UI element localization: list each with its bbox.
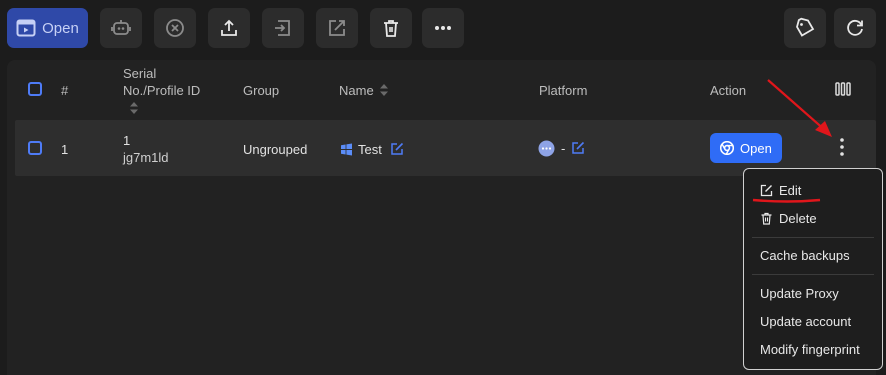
menu-item-update-proxy[interactable]: Update Proxy xyxy=(760,286,839,301)
row-platform: - xyxy=(538,138,585,158)
column-settings-button[interactable] xyxy=(835,82,851,96)
menu-item-edit-label: Edit xyxy=(779,183,802,198)
header-serial-line1: Serial xyxy=(123,66,157,81)
header-platform: Platform xyxy=(539,82,588,98)
toolbar: Open xyxy=(0,0,886,58)
edit-icon[interactable] xyxy=(390,142,404,156)
close-browser-button[interactable] xyxy=(154,8,196,48)
header-index: # xyxy=(61,82,69,98)
sort-icon xyxy=(379,84,388,96)
trash-icon xyxy=(761,212,772,225)
select-all-checkbox[interactable] xyxy=(28,82,42,96)
header-action: Action xyxy=(710,82,747,98)
sort-icon xyxy=(130,102,138,114)
chrome-icon xyxy=(720,141,734,155)
row-profile-id: jg7m1ld xyxy=(123,150,169,165)
row-more-button[interactable] xyxy=(839,137,845,157)
edit-icon[interactable] xyxy=(571,141,585,155)
menu-item-update-account[interactable]: Update account xyxy=(760,314,851,329)
upload-icon xyxy=(221,19,237,36)
open-button[interactable]: Open xyxy=(7,8,88,48)
row-serial: 1 jg7m1ld xyxy=(123,132,169,166)
header-serial[interactable]: Serial No./Profile ID xyxy=(123,65,200,119)
header-name-label: Name xyxy=(339,82,374,98)
row-open-label: Open xyxy=(740,140,772,156)
tag-icon xyxy=(796,17,815,37)
move-to-group-button[interactable] xyxy=(262,8,304,48)
menu-item-edit[interactable]: Edit xyxy=(760,183,801,198)
export-icon xyxy=(329,20,345,36)
open-button-label: Open xyxy=(42,19,79,37)
robot-icon xyxy=(111,20,131,35)
menu-item-cache-backups[interactable]: Cache backups xyxy=(760,248,850,263)
header-name[interactable]: Name xyxy=(339,82,389,98)
context-menu: Edit Delete Cache backups Update Proxy U… xyxy=(743,168,883,370)
windows-icon xyxy=(341,143,352,155)
row-name: Test xyxy=(340,140,404,158)
menu-item-delete[interactable]: Delete xyxy=(760,211,817,226)
row-name-label: Test xyxy=(358,141,382,157)
row-platform-value: - xyxy=(561,140,566,156)
columns-icon xyxy=(835,82,851,96)
close-circle-icon xyxy=(166,19,184,37)
row-group: Ungrouped xyxy=(243,141,308,157)
automation-button[interactable] xyxy=(100,8,142,48)
row-open-button[interactable]: Open xyxy=(710,133,782,163)
import-icon xyxy=(275,20,290,36)
row-serial-number: 1 xyxy=(123,133,131,148)
row-index: 1 xyxy=(61,141,69,157)
header-group: Group xyxy=(243,82,280,98)
refresh-button[interactable] xyxy=(834,8,876,48)
menu-item-modify-fingerprint[interactable]: Modify fingerprint xyxy=(760,342,860,357)
upload-button[interactable] xyxy=(208,8,250,48)
row-checkbox[interactable] xyxy=(28,141,42,155)
browser-window-icon xyxy=(16,19,36,37)
more-icon xyxy=(435,26,451,30)
more-vertical-icon xyxy=(840,138,844,156)
edit-icon xyxy=(760,184,773,197)
tag-button[interactable] xyxy=(784,8,826,48)
delete-button[interactable] xyxy=(370,8,412,48)
menu-item-delete-label: Delete xyxy=(779,211,817,226)
trash-icon xyxy=(384,20,398,37)
menu-divider xyxy=(752,237,874,238)
table-header: # Serial No./Profile ID Group Name Platf… xyxy=(7,60,876,118)
refresh-icon xyxy=(847,19,863,36)
more-actions-button[interactable] xyxy=(422,8,464,48)
menu-divider xyxy=(752,274,874,275)
share-button[interactable] xyxy=(316,8,358,48)
platform-placeholder-icon xyxy=(538,140,555,156)
header-serial-line2: No./Profile ID xyxy=(123,83,201,98)
